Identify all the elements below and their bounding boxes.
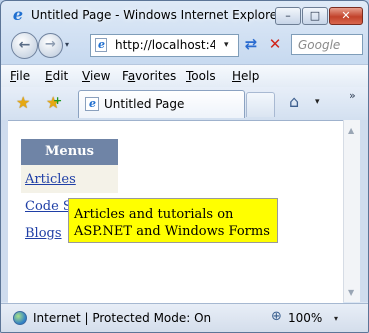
stop-button[interactable]: ✕	[264, 34, 286, 55]
tooltip-popup: Articles and tutorials on ASP.NET and Wi…	[68, 198, 278, 243]
zoom-icon[interactable]: ⊕	[271, 309, 282, 324]
zoom-dropdown-icon[interactable]: ▾	[334, 314, 338, 323]
new-tab-button[interactable]	[246, 92, 275, 117]
recent-pages-dropdown-icon[interactable]: ▾	[65, 40, 69, 49]
forward-button[interactable]: →	[38, 33, 63, 58]
menu-bar: File Edit View Favorites Tools Help	[1, 64, 368, 87]
window-title: Untitled Page - Windows Internet Explore…	[31, 8, 283, 22]
refresh-button[interactable]: ⇄	[240, 34, 262, 55]
tab-bar: ★ ★ Untitled Page ⌂ ▾ »	[1, 87, 368, 120]
menu-view[interactable]: View	[82, 69, 110, 83]
menu-view-accel: V	[82, 69, 90, 83]
security-zone-text[interactable]: Internet | Protected Mode: On	[33, 311, 211, 325]
back-button[interactable]: ←	[11, 32, 38, 59]
menu-help-label: elp	[241, 69, 260, 83]
tab-page-icon	[85, 97, 99, 111]
page-icon	[95, 38, 107, 52]
menu-favorites-label: vorites	[135, 69, 177, 83]
search-placeholder: Google	[298, 38, 341, 52]
home-icon[interactable]: ⌂	[289, 92, 299, 111]
link-articles[interactable]: Articles	[25, 172, 76, 187]
content-left-frame	[1, 120, 8, 302]
favorites-star-icon[interactable]: ★	[16, 93, 30, 112]
menu-edit-accel: E	[45, 69, 53, 83]
menu-edit-label: dit	[52, 69, 69, 83]
zoom-level[interactable]: 100%	[288, 311, 322, 325]
minimize-button[interactable]: –	[275, 7, 301, 25]
ie-logo-icon: e	[12, 5, 24, 24]
scroll-up-arrow-icon[interactable]: ▲	[348, 126, 354, 135]
close-button[interactable]: ✕	[329, 7, 363, 25]
tab-label: Untitled Page	[104, 97, 185, 111]
menu-view-label: iew	[89, 69, 111, 83]
menus-header: Menus	[21, 139, 118, 165]
vertical-scrollbar[interactable]: ▲ ▼	[343, 120, 361, 302]
menu-edit[interactable]: Edit	[45, 69, 68, 83]
menu-tools[interactable]: Tools	[186, 69, 216, 83]
menu-tools-label: ools	[191, 69, 216, 83]
status-bar: Internet | Protected Mode: On ⊕ 100% ▾	[1, 303, 368, 332]
add-favorite-icon[interactable]: ★	[46, 93, 63, 112]
address-dropdown-icon[interactable]: ▾	[224, 40, 229, 50]
content-right-frame	[360, 120, 368, 302]
address-url[interactable]: http://localhost:4964	[115, 38, 215, 52]
page-content: Menus Articles Code Samples Blogs Articl…	[8, 120, 343, 303]
tab-untitled-page[interactable]: Untitled Page	[78, 90, 245, 118]
maximize-button[interactable]: □	[302, 7, 328, 25]
link-blogs[interactable]: Blogs	[25, 226, 62, 241]
tooltip-line-2: ASP.NET and Windows Forms	[74, 224, 270, 239]
menu-help[interactable]: Help	[232, 69, 259, 83]
browser-window: e Untitled Page - Windows Internet Explo…	[0, 0, 369, 333]
menu-file-label: ile	[16, 69, 31, 83]
home-dropdown-icon[interactable]: ▾	[315, 97, 320, 107]
address-bar[interactable]: http://localhost:4964 ▾	[90, 34, 239, 57]
more-tools-chevron-icon[interactable]: »	[349, 89, 356, 102]
tooltip-line-1: Articles and tutorials on	[74, 207, 234, 222]
menu-file[interactable]: File	[10, 69, 30, 83]
title-bar: e Untitled Page - Windows Internet Explo…	[1, 1, 368, 29]
internet-globe-icon	[13, 311, 27, 325]
scroll-down-arrow-icon[interactable]: ▼	[348, 288, 354, 297]
search-input[interactable]: Google	[291, 34, 363, 55]
menu-help-accel: H	[232, 69, 242, 83]
menu-favorites[interactable]: Favorites	[122, 69, 176, 83]
